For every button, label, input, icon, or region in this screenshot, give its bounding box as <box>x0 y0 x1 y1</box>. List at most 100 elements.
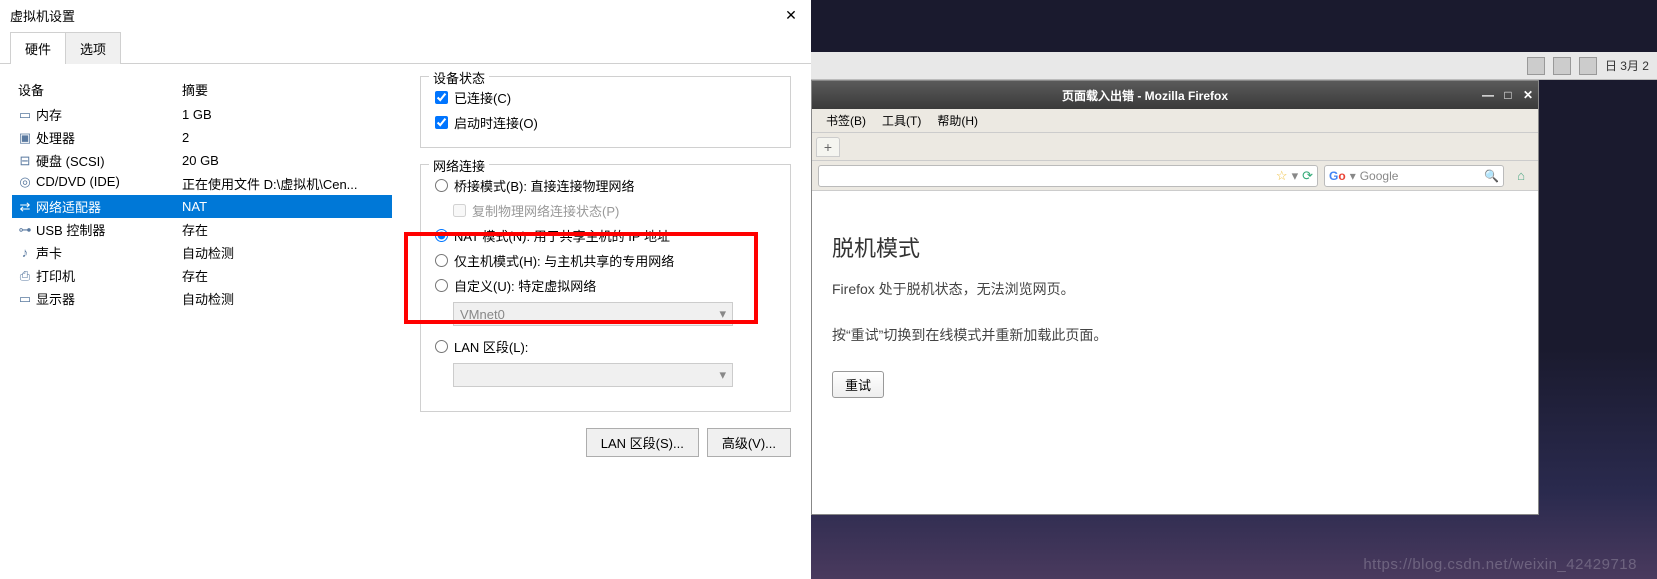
cpu-icon: ▣ <box>18 131 32 145</box>
connect-on-start-checkbox[interactable]: 启动时连接(O) <box>435 110 776 135</box>
hardware-row[interactable]: ⎙打印机存在 <box>12 264 392 287</box>
firefox-title: 页面载入出错 - Mozilla Firefox <box>812 87 1478 104</box>
tab-hardware[interactable]: 硬件 <box>10 32 66 64</box>
connect-on-input[interactable] <box>435 116 448 129</box>
linux-desktop: 日 3月 2 页面载入出错 - Mozilla Firefox — □ ✕ 书签… <box>811 0 1657 579</box>
close-button[interactable]: ✕ <box>771 0 811 30</box>
device-label: 内存 <box>36 105 62 124</box>
url-icons: ☆ ▾ ⟳ <box>1276 168 1313 184</box>
lan-segments-button[interactable]: LAN 区段(S)... <box>586 428 699 457</box>
tab-options[interactable]: 选项 <box>65 32 121 64</box>
net-icon: ⇄ <box>18 200 32 214</box>
device-status-group: 设备状态 已连接(C) 启动时连接(O) <box>420 76 791 148</box>
dialog-content: 设备 摘要 ▭ 内存 1 GB ▣ 处理器 2⊟硬盘 (SCSI)20 GB◎CD/DVD… <box>0 64 811 579</box>
memory-icon: ▭ <box>18 108 32 122</box>
search-placeholder: Google <box>1360 169 1399 183</box>
close-button[interactable]: ✕ <box>1518 88 1538 102</box>
vmnet-dropdown: VMnet0 <box>453 302 733 326</box>
device-cell: ⇄ 网络适配器 <box>12 195 176 218</box>
lan-segment-label: LAN 区段(L): <box>454 337 528 356</box>
nat-radio[interactable]: NAT 模式(N): 用于共享主机的 IP 地址 <box>435 223 776 248</box>
group-label: 设备状态 <box>429 68 489 87</box>
chevron-down-icon[interactable]: ▾ <box>1350 169 1356 183</box>
hardware-row[interactable]: ◎CD/DVD (IDE)正在使用文件 D:\虚拟机\Cen... <box>12 172 392 195</box>
lan-segment-input[interactable] <box>435 340 448 353</box>
device-cell: ⊟硬盘 (SCSI) <box>12 149 176 172</box>
firefox-content: 脱机模式 Firefox 处于脱机状态，无法浏览网页。 按“重试”切换到在线模式… <box>812 191 1538 514</box>
menu-help[interactable]: 帮助(H) <box>929 110 986 131</box>
table-header: 设备 摘要 <box>12 76 392 103</box>
watermark: https://blog.csdn.net/weixin_42429718 <box>1363 556 1637 573</box>
home-button[interactable]: ⌂ <box>1510 165 1532 187</box>
title-bar: 虚拟机设置 ✕ <box>0 0 811 30</box>
hardware-row[interactable]: ▭ 内存 1 GB <box>12 103 392 126</box>
bridged-label: 桥接模式(B): 直接连接物理网络 <box>454 176 635 195</box>
printer-icon: ⎙ <box>18 269 32 283</box>
hostonly-input[interactable] <box>435 254 448 267</box>
search-box[interactable]: Go ▾ Google 🔍 <box>1324 165 1504 187</box>
hardware-row[interactable]: ♪声卡自动检测 <box>12 241 392 264</box>
firefox-toolbar: ☆ ▾ ⟳ Go ▾ Google 🔍 ⌂ <box>812 161 1538 191</box>
summary-cell: 自动检测 <box>176 287 392 310</box>
binoculars-icon[interactable]: 🔍 <box>1484 169 1499 183</box>
nat-input[interactable] <box>435 229 448 242</box>
nat-label: NAT 模式(N): 用于共享主机的 IP 地址 <box>454 226 670 245</box>
connected-input[interactable] <box>435 91 448 104</box>
summary-cell: NAT <box>176 195 392 218</box>
hostonly-label: 仅主机模式(H): 与主机共享的专用网络 <box>454 251 674 270</box>
dialog-title: 虚拟机设置 <box>10 6 771 25</box>
group-label: 网络连接 <box>429 156 489 175</box>
display-icon: ▭ <box>18 292 32 306</box>
network-connection-group: 网络连接 桥接模式(B): 直接连接物理网络 复制物理网络连接状态(P) NAT… <box>420 164 791 412</box>
device-cell: ♪声卡 <box>12 241 176 264</box>
tab-strip: 硬件 选项 <box>0 30 811 64</box>
error-text-2: 按“重试”切换到在线模式并重新加载此页面。 <box>832 325 1518 345</box>
url-bar[interactable]: ☆ ▾ ⟳ <box>818 165 1318 187</box>
summary-cell: 2 <box>176 126 392 149</box>
chevron-down-icon[interactable]: ▾ <box>1292 168 1299 184</box>
device-cell: ▣ 处理器 <box>12 126 176 149</box>
new-tab-button[interactable]: + <box>816 137 840 157</box>
custom-radio[interactable]: 自定义(U): 特定虚拟网络 <box>435 273 776 298</box>
device-label: CD/DVD (IDE) <box>36 174 120 189</box>
bridged-radio[interactable]: 桥接模式(B): 直接连接物理网络 <box>435 173 776 198</box>
firefox-titlebar: 页面载入出错 - Mozilla Firefox — □ ✕ <box>812 81 1538 109</box>
replicate-input <box>453 204 466 217</box>
lan-segment-dropdown <box>453 363 733 387</box>
reload-icon[interactable]: ⟳ <box>1302 168 1313 184</box>
device-cell: ◎CD/DVD (IDE) <box>12 172 176 191</box>
menu-tools[interactable]: 工具(T) <box>874 110 929 131</box>
device-label: 显示器 <box>36 289 75 308</box>
bridged-input[interactable] <box>435 179 448 192</box>
menu-bookmarks[interactable]: 书签(B) <box>818 110 874 131</box>
hostonly-radio[interactable]: 仅主机模式(H): 与主机共享的专用网络 <box>435 248 776 273</box>
maximize-button[interactable]: □ <box>1498 88 1518 102</box>
panel-net-icon[interactable] <box>1527 57 1545 75</box>
hardware-row[interactable]: ⊶USB 控制器存在 <box>12 218 392 241</box>
lan-segment-radio[interactable]: LAN 区段(L): <box>435 334 776 359</box>
summary-cell: 存在 <box>176 218 392 241</box>
summary-cell: 自动检测 <box>176 241 392 264</box>
summary-cell: 20 GB <box>176 149 392 172</box>
error-heading: 脱机模式 <box>832 231 1518 263</box>
hardware-row[interactable]: ▣ 处理器 2 <box>12 126 392 149</box>
custom-input[interactable] <box>435 279 448 292</box>
device-cell: ▭ 内存 <box>12 103 176 126</box>
hardware-row[interactable]: ⊟硬盘 (SCSI)20 GB <box>12 149 392 172</box>
minimize-button[interactable]: — <box>1478 88 1498 102</box>
firefox-menubar: 书签(B) 工具(T) 帮助(H) <box>812 109 1538 133</box>
connected-checkbox[interactable]: 已连接(C) <box>435 85 776 110</box>
device-label: 硬盘 (SCSI) <box>36 151 105 170</box>
device-label: 网络适配器 <box>36 197 101 216</box>
advanced-button[interactable]: 高级(V)... <box>707 428 791 457</box>
home-icon: ⌂ <box>1517 168 1525 183</box>
star-icon[interactable]: ☆ <box>1276 168 1288 184</box>
firefox-tabstrip: + <box>812 133 1538 161</box>
summary-cell: 1 GB <box>176 103 392 126</box>
hardware-row[interactable]: ▭ 显示器 自动检测 <box>12 287 392 310</box>
panel-display-icon[interactable] <box>1579 57 1597 75</box>
device-label: 处理器 <box>36 128 75 147</box>
retry-button[interactable]: 重试 <box>832 371 884 398</box>
panel-volume-icon[interactable] <box>1553 57 1571 75</box>
hardware-row[interactable]: ⇄ 网络适配器 NAT <box>12 195 392 218</box>
